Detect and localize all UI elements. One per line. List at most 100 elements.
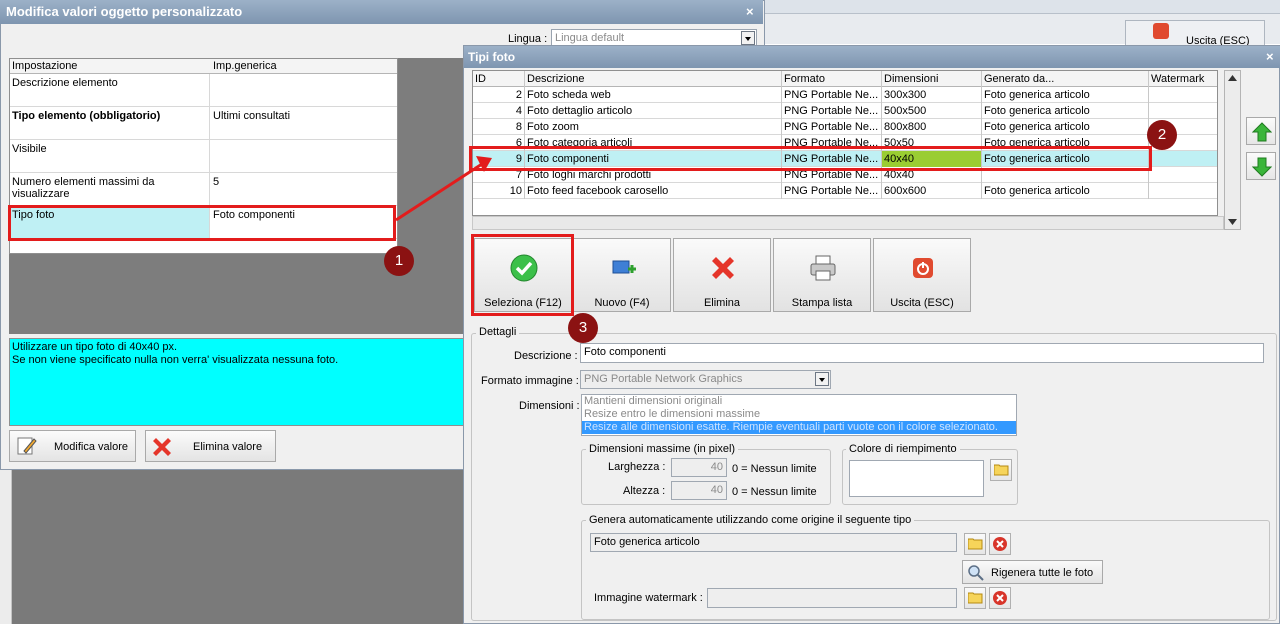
- auto-generate-clear-button[interactable]: [989, 533, 1011, 555]
- column-header-description[interactable]: Descrizione: [525, 71, 782, 87]
- background-panel: [0, 470, 12, 624]
- column-header-dimensions[interactable]: Dimensioni: [882, 71, 982, 87]
- table-row[interactable]: 2 Foto scheda web PNG Portable Ne... 300…: [473, 87, 1217, 103]
- setting-value: Ultimi consultati: [213, 110, 291, 122]
- width-label: Larghezza :: [608, 461, 666, 473]
- background-exit-button[interactable]: Uscita (ESC): [1125, 20, 1265, 48]
- modify-value-label: Modifica valore: [54, 441, 128, 453]
- scroll-up-icon[interactable]: [1228, 75, 1237, 81]
- watermark-clear-button[interactable]: [989, 587, 1011, 609]
- settings-row[interactable]: Visibile: [10, 140, 397, 173]
- settings-row[interactable]: Descrizione elemento: [10, 74, 397, 107]
- dimension-option[interactable]: Resize entro le dimensioni massime: [582, 408, 1016, 421]
- left-close-icon[interactable]: ×: [746, 4, 754, 19]
- cell-generated-by: Foto generica articolo: [982, 119, 1149, 135]
- cell-description: Foto feed facebook carosello: [525, 183, 782, 199]
- right-close-icon[interactable]: ×: [1266, 49, 1274, 64]
- dimension-option[interactable]: Mantieni dimensioni originali: [582, 395, 1016, 408]
- width-input[interactable]: 40: [671, 458, 727, 477]
- fill-color-swatch[interactable]: [849, 460, 984, 497]
- format-label: Formato immagine :: [481, 375, 579, 387]
- description-input[interactable]: Foto componenti: [580, 343, 1264, 363]
- auto-generate-value: Foto generica articolo: [594, 536, 700, 548]
- table-row[interactable]: 10 Foto feed facebook carosello PNG Port…: [473, 183, 1217, 199]
- settings-row[interactable]: Numero elementi massimi da visualizzare …: [10, 173, 397, 206]
- grid-empty-area: [9, 254, 398, 334]
- cell-generated-by: Foto generica articolo: [982, 183, 1149, 199]
- regenerate-all-label: Rigenera tutte le foto: [991, 567, 1094, 579]
- delete-button[interactable]: Elimina: [673, 238, 771, 312]
- height-input[interactable]: 40: [671, 481, 727, 500]
- power-icon: [913, 258, 933, 278]
- table-row[interactable]: 8 Foto zoom PNG Portable Ne... 800x800 F…: [473, 119, 1217, 135]
- step-badge-1: 1: [384, 246, 414, 276]
- delete-label: Elimina: [703, 297, 741, 309]
- move-down-button[interactable]: [1246, 152, 1276, 180]
- auto-generate-label: Genera automaticamente utilizzando come …: [586, 514, 915, 526]
- column-header-generic[interactable]: Imp.generica: [213, 60, 277, 72]
- dimensions-listbox[interactable]: Mantieni dimensioni originali Resize ent…: [581, 394, 1017, 436]
- new-button[interactable]: Nuovo (F4): [573, 238, 671, 312]
- delete-value-button[interactable]: Elimina valore: [145, 430, 276, 462]
- cell-dimensions: 300x300: [882, 87, 982, 103]
- height-value: 40: [710, 484, 723, 496]
- cell-format: PNG Portable Ne...: [782, 87, 882, 103]
- cell-format: PNG Portable Ne...: [782, 183, 882, 199]
- format-select-value: PNG Portable Network Graphics: [584, 373, 743, 385]
- edit-icon: [17, 437, 37, 455]
- background-panel: [12, 470, 463, 624]
- power-icon: [1153, 23, 1169, 39]
- cell-dimensions: 500x500: [882, 103, 982, 119]
- height-label: Altezza :: [623, 485, 666, 497]
- arrow-down-icon: [1252, 157, 1272, 177]
- details-group-label: Dettagli: [476, 326, 520, 338]
- delete-x-icon: [153, 438, 171, 456]
- chevron-down-icon[interactable]: [741, 31, 755, 45]
- cell-format: PNG Portable Ne...: [782, 119, 882, 135]
- max-dimensions-label: Dimensioni massime (in pixel): [586, 443, 739, 455]
- cell-dimensions: 800x800: [882, 119, 982, 135]
- right-window-titlebar: Tipi foto: [464, 46, 1280, 68]
- print-list-button[interactable]: Stampa lista: [773, 238, 871, 312]
- left-window-title: Modifica valori oggetto personalizzato: [6, 4, 243, 19]
- folder-icon: [968, 592, 983, 604]
- dimensions-label: Dimensioni :: [519, 400, 580, 412]
- delete-value-label: Elimina valore: [193, 441, 263, 453]
- clear-icon: [993, 537, 1007, 551]
- column-header-format[interactable]: Formato: [782, 71, 882, 87]
- column-header-id[interactable]: ID: [473, 71, 525, 87]
- scroll-down-icon[interactable]: [1228, 219, 1237, 225]
- settings-row[interactable]: Tipo elemento (obbligatorio) Ultimi cons…: [10, 107, 397, 140]
- regenerate-all-button[interactable]: Rigenera tutte le foto: [962, 560, 1103, 584]
- watermark-input[interactable]: [707, 588, 957, 608]
- watermark-browse-button[interactable]: [964, 587, 986, 609]
- cell-id: 4: [473, 103, 525, 119]
- column-header-watermark[interactable]: Watermark: [1149, 71, 1217, 87]
- cell-id: 8: [473, 119, 525, 135]
- arrow-up-icon: [1252, 122, 1272, 142]
- move-up-button[interactable]: [1246, 117, 1276, 145]
- right-window-title: Tipi foto: [468, 50, 516, 64]
- auto-generate-browse-button[interactable]: [964, 533, 986, 555]
- language-select-value: Lingua default: [555, 32, 625, 44]
- exit-button[interactable]: Uscita (ESC): [873, 238, 971, 312]
- setting-value: 5: [213, 176, 220, 188]
- cell-description: Foto zoom: [525, 119, 782, 135]
- print-list-label: Stampa lista: [791, 297, 853, 309]
- cell-format: PNG Portable Ne...: [782, 103, 882, 119]
- column-header-setting[interactable]: Impostazione: [12, 60, 77, 72]
- fill-color-browse-button[interactable]: [990, 459, 1012, 481]
- auto-generate-source[interactable]: Foto generica articolo: [590, 533, 957, 552]
- step-badge-3: 3: [568, 313, 598, 343]
- setting-key: Numero elementi massimi da visualizzare: [12, 176, 155, 200]
- table-row[interactable]: 4 Foto dettaglio articolo PNG Portable N…: [473, 103, 1217, 119]
- modify-value-button[interactable]: Modifica valore: [9, 430, 136, 462]
- chevron-down-icon[interactable]: [815, 372, 829, 386]
- horizontal-scrollbar[interactable]: [472, 216, 1224, 230]
- language-label: Lingua :: [508, 33, 548, 45]
- format-select[interactable]: PNG Portable Network Graphics: [580, 370, 831, 389]
- column-header-generated-by[interactable]: Generato da...: [982, 71, 1149, 87]
- vertical-scrollbar[interactable]: [1224, 70, 1241, 230]
- cell-generated-by: Foto generica articolo: [982, 103, 1149, 119]
- dimension-option-selected[interactable]: Resize alle dimensioni esatte. Riempie e…: [582, 421, 1016, 434]
